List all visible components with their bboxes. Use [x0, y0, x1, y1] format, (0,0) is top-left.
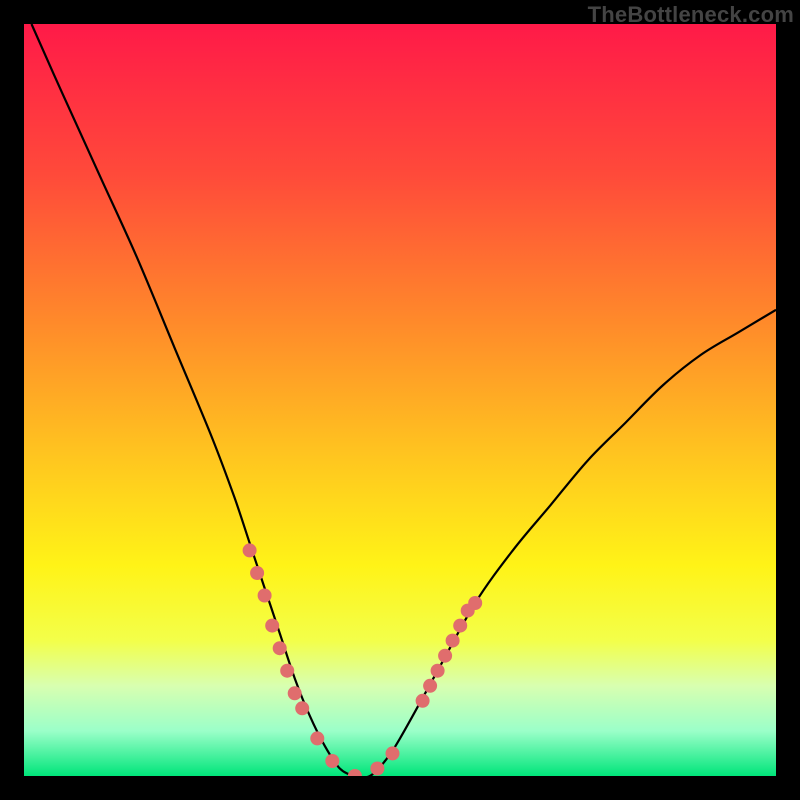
marker-dot	[423, 679, 437, 693]
marker-dot	[288, 686, 302, 700]
marker-dot	[265, 619, 279, 633]
marker-dot	[416, 694, 430, 708]
marker-dot	[446, 634, 460, 648]
marker-dot	[325, 754, 339, 768]
gradient-background	[24, 24, 776, 776]
marker-dot	[370, 762, 384, 776]
marker-dot	[386, 746, 400, 760]
marker-dot	[468, 596, 482, 610]
marker-dot	[250, 566, 264, 580]
chart-frame	[24, 24, 776, 776]
marker-dot	[295, 701, 309, 715]
marker-dot	[258, 589, 272, 603]
marker-dot	[280, 664, 294, 678]
marker-dot	[310, 731, 324, 745]
watermark-text: TheBottleneck.com	[588, 2, 794, 28]
marker-dot	[453, 619, 467, 633]
marker-dot	[243, 543, 257, 557]
marker-dot	[273, 641, 287, 655]
marker-dot	[431, 664, 445, 678]
marker-dot	[438, 649, 452, 663]
bottleneck-chart	[24, 24, 776, 776]
